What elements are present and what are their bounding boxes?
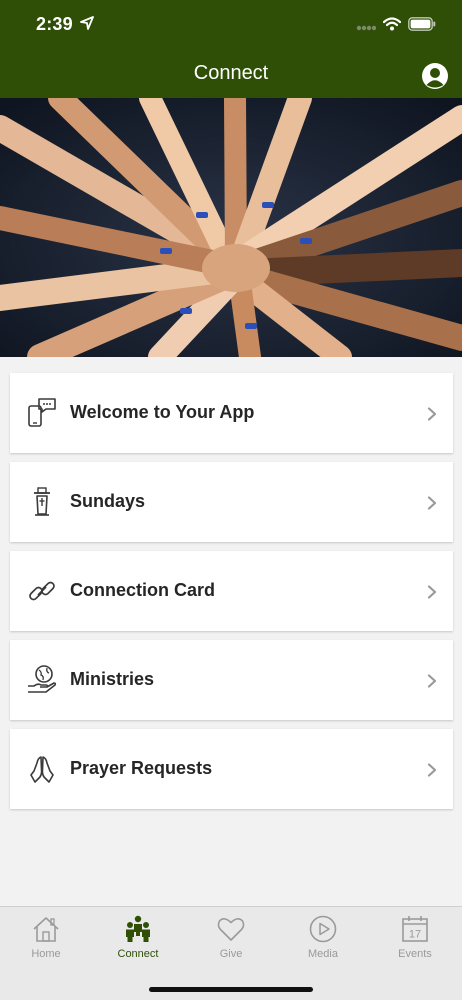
globe-hand-icon	[28, 665, 57, 693]
pulpit-icon	[34, 487, 50, 516]
tab-label: Events	[398, 948, 432, 960]
calendar-icon: 17	[402, 916, 428, 942]
tab-label: Connect	[117, 948, 159, 960]
status-time: 2:39	[36, 14, 73, 34]
play-icon	[309, 915, 337, 943]
hero-image	[0, 98, 462, 357]
chevron-right-icon	[427, 496, 437, 510]
menu-item-label: Connection Card	[70, 580, 216, 600]
heart-icon	[217, 918, 245, 941]
status-bar: 2:39	[0, 0, 462, 48]
menu-item-sundays[interactable]: Sundays	[10, 462, 453, 542]
tab-label: Give	[219, 948, 243, 960]
tab-label: Media	[308, 948, 338, 960]
calendar-date: 17	[409, 929, 421, 941]
profile-icon[interactable]	[421, 62, 449, 90]
menu-item-ministries[interactable]: Ministries	[10, 640, 453, 720]
menu-item-label: Ministries	[70, 669, 155, 689]
tab-label: Home	[31, 948, 61, 960]
chevron-right-icon	[427, 674, 437, 688]
menu-item-prayer-requests[interactable]: Prayer Requests	[10, 729, 453, 809]
connect-menu: Welcome to Your App Sundays Connection C…	[10, 373, 453, 818]
home-icon	[33, 917, 59, 942]
phone-chat-icon	[28, 398, 56, 427]
menu-item-connection-card[interactable]: Connection Card	[10, 551, 453, 631]
wifi-icon	[383, 17, 401, 31]
nav-bar: Connect	[0, 48, 462, 98]
page-title: Connect	[193, 62, 269, 84]
chevron-right-icon	[427, 763, 437, 777]
tab-give[interactable]: Give	[185, 907, 277, 969]
cellular-signal-icon	[356, 25, 376, 31]
menu-item-label: Welcome to Your App	[70, 402, 255, 422]
menu-item-label: Prayer Requests	[70, 758, 213, 778]
location-arrow-icon	[80, 16, 94, 30]
chevron-right-icon	[427, 407, 437, 421]
menu-item-welcome[interactable]: Welcome to Your App	[10, 373, 453, 453]
battery-icon	[408, 17, 436, 31]
chevron-right-icon	[427, 585, 437, 599]
tab-connect[interactable]: Connect	[92, 907, 184, 969]
tab-media[interactable]: Media	[277, 907, 369, 969]
tab-events[interactable]: 17 Events	[369, 907, 461, 969]
home-indicator	[149, 987, 313, 992]
tab-bar: Home Connect Give Media 17 Events	[0, 906, 462, 1000]
tab-home[interactable]: Home	[0, 907, 92, 969]
praying-hands-icon	[30, 756, 54, 783]
people-icon	[126, 915, 150, 942]
menu-item-label: Sundays	[70, 491, 146, 511]
link-icon	[29, 581, 55, 601]
